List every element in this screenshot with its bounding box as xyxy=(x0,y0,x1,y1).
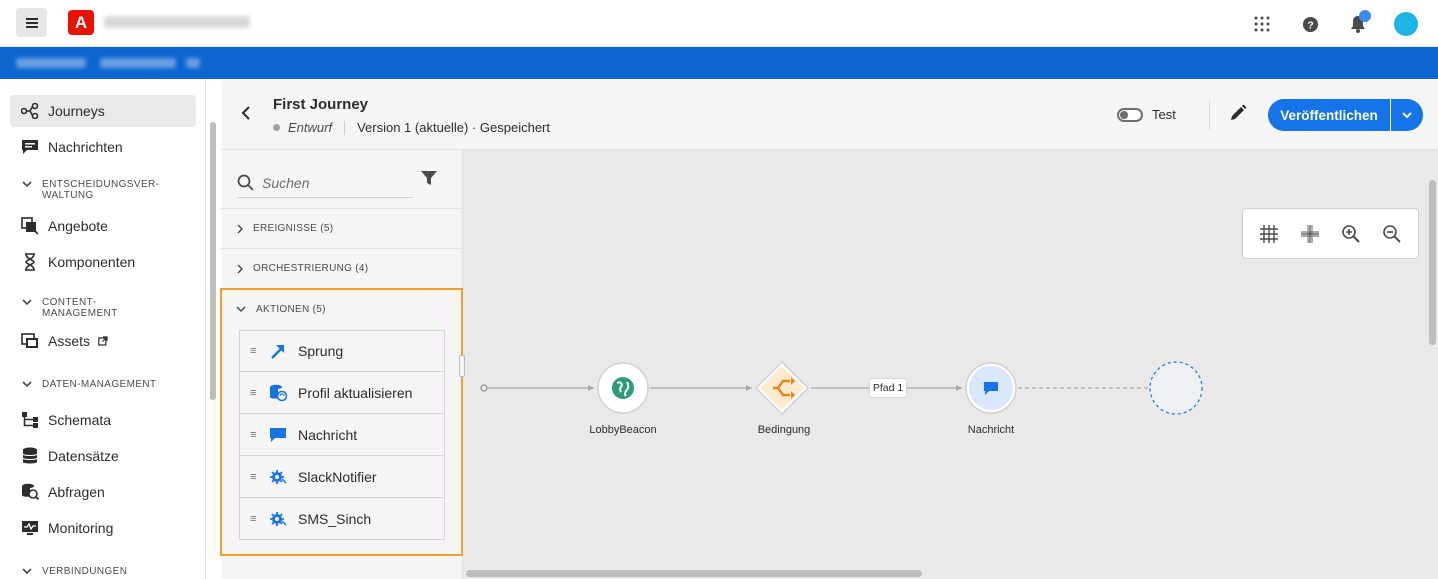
canvas-vertical-scrollbar[interactable] xyxy=(1429,180,1436,345)
canvas-toolbox xyxy=(1242,208,1419,259)
canvas-horizontal-scrollbar[interactable] xyxy=(466,570,922,577)
empty-node-placeholder[interactable] xyxy=(1149,361,1203,415)
start-point xyxy=(480,384,488,392)
node-bedingung[interactable] xyxy=(754,360,810,416)
node-lobbybeacon[interactable] xyxy=(597,362,649,414)
zoom-in-icon[interactable] xyxy=(1336,219,1366,249)
grid-icon[interactable] xyxy=(1254,219,1284,249)
arrowhead xyxy=(588,385,594,391)
arrowhead xyxy=(746,385,752,391)
path-label[interactable]: Pfad 1 xyxy=(869,378,907,398)
globe-icon xyxy=(612,377,634,399)
node-label: Nachricht xyxy=(967,424,1015,436)
zoom-out-icon[interactable] xyxy=(1377,219,1407,249)
node-nachricht[interactable] xyxy=(965,362,1017,414)
snap-icon[interactable] xyxy=(1295,219,1325,249)
node-label: LobbyBeacon xyxy=(589,424,657,436)
journey-flow xyxy=(480,360,1203,416)
node-label: Bedingung xyxy=(757,424,811,436)
arrowhead xyxy=(956,385,962,391)
